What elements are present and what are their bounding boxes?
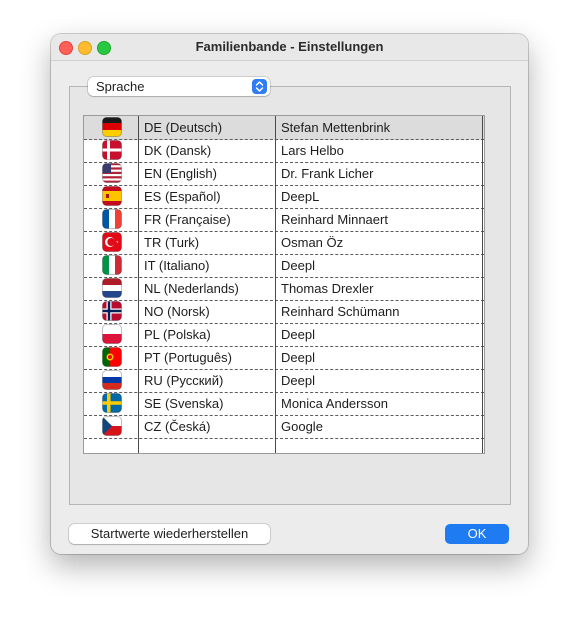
table-row[interactable]: IT (Italiano) Deepl — [84, 254, 484, 278]
flag-nl-icon — [84, 277, 138, 300]
flag-se-icon — [84, 392, 138, 415]
table-row[interactable]: RU (Русский) Deepl — [84, 369, 484, 393]
table-row[interactable]: CZ (Česká) Google — [84, 415, 484, 439]
language-cell: PT (Português) — [144, 350, 232, 365]
table-row[interactable]: DE (Deutsch) Stefan Mettenbrink — [84, 116, 484, 140]
translator-cell: Lars Helbo — [281, 143, 344, 158]
translator-cell: Deepl — [281, 373, 315, 388]
language-cell: NO (Norsk) — [144, 304, 210, 319]
flag-es-icon — [84, 185, 138, 208]
language-cell: RU (Русский) — [144, 373, 224, 388]
category-popup-label: Sprache — [96, 79, 145, 94]
flag-fr-icon — [84, 208, 138, 231]
translator-cell: Thomas Drexler — [281, 281, 374, 296]
translator-cell: Deepl — [281, 258, 315, 273]
preferences-window: Familienbande - Einstellungen Sprache DE… — [51, 34, 528, 554]
flag-tr-icon — [84, 231, 138, 254]
translator-cell: Osman Öz — [281, 235, 344, 250]
translator-cell: Reinhard Minnaert — [281, 212, 388, 227]
flag-ru-icon — [84, 369, 138, 392]
language-cell: FR (Française) — [144, 212, 231, 227]
translator-cell: Google — [281, 419, 323, 434]
ok-button[interactable]: OK — [445, 524, 509, 544]
language-cell: SE (Svenska) — [144, 396, 224, 411]
translator-cell: DeepL — [281, 189, 320, 204]
flag-pt-icon — [84, 346, 138, 369]
language-cell: DE (Deutsch) — [144, 120, 223, 135]
table-row[interactable]: TR (Turk) Osman Öz — [84, 231, 484, 255]
language-cell: PL (Polska) — [144, 327, 211, 342]
flag-no-icon — [84, 300, 138, 323]
flag-cz-icon — [84, 415, 138, 438]
column-divider — [275, 116, 276, 453]
language-cell: EN (English) — [144, 166, 217, 181]
table-row[interactable]: FR (Française) Reinhard Minnaert — [84, 208, 484, 232]
language-cell: CZ (Česká) — [144, 419, 211, 434]
language-cell: IT (Italiano) — [144, 258, 210, 273]
table-row[interactable]: DK (Dansk) Lars Helbo — [84, 139, 484, 163]
flag-de-icon — [84, 116, 138, 139]
language-cell: TR (Turk) — [144, 235, 200, 250]
table-row[interactable]: NL (Nederlands) Thomas Drexler — [84, 277, 484, 301]
translator-cell: Deepl — [281, 350, 315, 365]
language-cell: DK (Dansk) — [144, 143, 212, 158]
window-title: Familienbande - Einstellungen — [195, 39, 384, 54]
translator-cell: Stefan Mettenbrink — [281, 120, 391, 135]
up-down-chevron-icon — [252, 79, 267, 94]
flag-us-icon — [84, 162, 138, 185]
table-row[interactable]: EN (English) Dr. Frank Licher — [84, 162, 484, 186]
translator-cell: Deepl — [281, 327, 315, 342]
flag-dk-icon — [84, 139, 138, 162]
restore-defaults-button[interactable]: Startwerte wiederherstellen — [69, 524, 270, 544]
title-bar[interactable]: Familienbande - Einstellungen — [51, 34, 528, 61]
translator-cell: Reinhard Schümann — [281, 304, 400, 319]
column-divider — [482, 116, 483, 453]
language-table[interactable]: DE (Deutsch) Stefan Mettenbrink DK (Dansk)… — [83, 115, 485, 454]
table-row[interactable]: NO (Norsk) Reinhard Schümann — [84, 300, 484, 324]
category-popup-button[interactable]: Sprache — [88, 77, 270, 96]
language-cell: NL (Nederlands) — [144, 281, 239, 296]
table-row[interactable]: PT (Português) Deepl — [84, 346, 484, 370]
table-row[interactable]: ES (Español) DeepL — [84, 185, 484, 209]
table-row[interactable]: PL (Polska) Deepl — [84, 323, 484, 347]
language-cell: ES (Español) — [144, 189, 221, 204]
translator-cell: Dr. Frank Licher — [281, 166, 374, 181]
flag-pl-icon — [84, 323, 138, 346]
translator-cell: Monica Andersson — [281, 396, 388, 411]
column-divider — [138, 116, 139, 453]
table-row[interactable]: SE (Svenska) Monica Andersson — [84, 392, 484, 416]
flag-it-icon — [84, 254, 138, 277]
